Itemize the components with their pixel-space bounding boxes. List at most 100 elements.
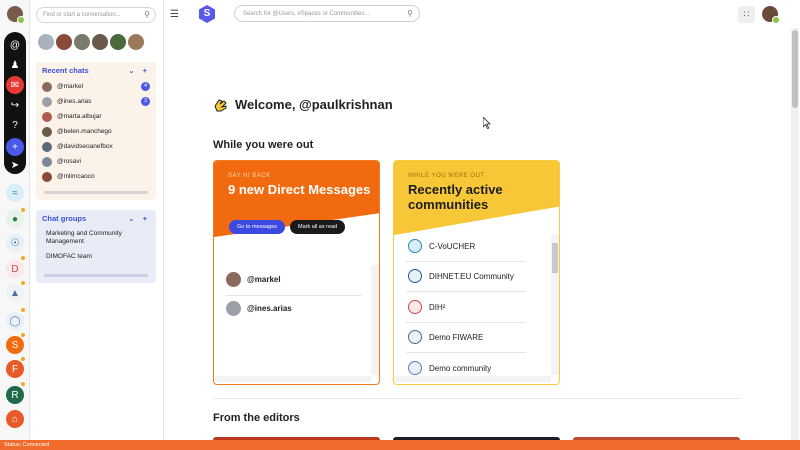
app-window: @ ♟ ✉ ↪ ? + ➤ ≈ ● ☉ D ▲ ◯ S F R ⌂ Find o… bbox=[0, 0, 800, 450]
contact-avatar[interactable] bbox=[110, 34, 126, 50]
community-list-item[interactable]: Demo community bbox=[408, 361, 491, 375]
conversation-search-input[interactable]: Find or start a conversation... ⚲ bbox=[36, 7, 156, 23]
app-rail: @ ♟ ✉ ↪ ? + ➤ ≈ ● ☉ D ▲ ◯ S F R ⌂ bbox=[0, 0, 30, 440]
dm-item-name: @markel bbox=[247, 275, 281, 284]
dm-list-item[interactable]: @ines.arias bbox=[226, 301, 292, 316]
search-icon: ⚲ bbox=[407, 9, 413, 18]
community-icon-fiware[interactable]: ▲ bbox=[6, 284, 24, 302]
recent-chat-item[interactable]: @marta.albujar bbox=[42, 109, 150, 124]
community-list-item[interactable]: DIH² bbox=[408, 300, 445, 314]
communities-horizontal-scrollbar[interactable] bbox=[395, 376, 551, 382]
mentions-icon[interactable]: @ bbox=[6, 36, 24, 54]
main-scrollbar-thumb[interactable] bbox=[792, 30, 798, 108]
welcome-heading: Welcome, @paulkrishnan bbox=[213, 97, 393, 112]
community-icon-s[interactable]: S bbox=[6, 336, 24, 354]
direct-messages-card: SAY HI BACK 9 new Direct Messages Go to … bbox=[213, 160, 380, 385]
chat-group-item[interactable]: Marketing and Community Management bbox=[42, 227, 150, 250]
recent-chat-item[interactable]: @mlimcaoco bbox=[42, 169, 150, 184]
community-list-item[interactable]: DIHNET.EU Community bbox=[408, 269, 514, 283]
help-icon[interactable]: ? bbox=[6, 116, 24, 134]
while-you-were-out-title: While you were out bbox=[213, 139, 314, 151]
global-search-input[interactable]: Search for @Users, #Spaces or Communitie… bbox=[234, 5, 420, 22]
recent-chat-name: @ines.arias bbox=[57, 98, 92, 105]
avatar bbox=[42, 141, 52, 152]
community-icon-cvoucher[interactable]: ≈ bbox=[6, 184, 24, 202]
chat-groups-controls[interactable]: ⌄ + bbox=[128, 214, 150, 223]
avatar bbox=[42, 96, 52, 107]
community-logo-icon bbox=[408, 269, 422, 283]
app-logo[interactable]: S bbox=[199, 5, 215, 23]
chat-groups-scrollbar[interactable] bbox=[44, 274, 148, 277]
contact-avatar[interactable] bbox=[38, 34, 54, 50]
community-name: Demo community bbox=[429, 363, 492, 373]
menu-icon[interactable]: ☰ bbox=[170, 9, 179, 20]
divider bbox=[406, 291, 526, 292]
community-icon-home[interactable]: ⌂ bbox=[6, 410, 24, 428]
recent-chat-item[interactable]: @rosavi bbox=[42, 154, 150, 169]
recent-chat-item[interactable]: @belen.manchego bbox=[42, 124, 150, 139]
conversations-panel: Find or start a conversation... ⚲ Recent… bbox=[30, 0, 164, 440]
community-logo-icon bbox=[408, 300, 422, 314]
share-icon[interactable]: ↪ bbox=[6, 96, 24, 114]
scrollbar-thumb[interactable] bbox=[552, 243, 558, 273]
unread-dot bbox=[21, 333, 25, 337]
unread-dot bbox=[21, 308, 25, 312]
recent-chat-item[interactable]: @ines.arias 3 bbox=[42, 94, 150, 109]
communities-list-scrollbar[interactable] bbox=[551, 235, 559, 375]
divider bbox=[226, 295, 362, 296]
recent-chats-scrollbar[interactable] bbox=[44, 191, 148, 194]
divider bbox=[406, 261, 526, 262]
dm-list-item[interactable]: @markel bbox=[226, 272, 281, 287]
community-logo-icon bbox=[408, 330, 422, 344]
contact-avatar[interactable] bbox=[128, 34, 144, 50]
recent-chats-title: Recent chats bbox=[42, 66, 89, 75]
community-icon-demo[interactable]: ◯ bbox=[6, 312, 24, 330]
inbox-icon[interactable]: ✉ bbox=[6, 76, 24, 94]
dm-horizontal-scrollbar[interactable] bbox=[215, 376, 371, 382]
community-icon-dihnet[interactable]: ☉ bbox=[6, 234, 24, 252]
global-search-placeholder: Search for @Users, #Spaces or Communitie… bbox=[243, 11, 370, 17]
community-icon-r[interactable]: R bbox=[6, 386, 24, 404]
community-icon-f[interactable]: F bbox=[6, 360, 24, 378]
main-scrollbar[interactable] bbox=[791, 28, 799, 440]
avatar bbox=[226, 272, 241, 287]
avatar bbox=[226, 301, 241, 316]
contact-avatar[interactable] bbox=[74, 34, 90, 50]
recent-chat-item[interactable]: @markel 4 bbox=[42, 79, 150, 94]
community-list-item[interactable]: C-VoUCHER bbox=[408, 239, 475, 253]
people-icon[interactable]: ♟ bbox=[6, 56, 24, 74]
dm-card-title: 9 new Direct Messages bbox=[228, 182, 371, 197]
conversation-search-placeholder: Find or start a conversation... bbox=[43, 12, 121, 18]
dm-list-scrollbar[interactable] bbox=[371, 265, 379, 375]
contact-avatar[interactable] bbox=[92, 34, 108, 50]
community-name: DIH² bbox=[429, 302, 446, 312]
avatar bbox=[42, 126, 52, 137]
add-icon[interactable]: + bbox=[6, 138, 24, 156]
connection-status-bar: Status: Connected bbox=[0, 440, 800, 450]
recent-chat-item[interactable]: @davidseoanefbox bbox=[42, 139, 150, 154]
community-name: DIHNET.EU Community bbox=[429, 271, 514, 281]
section-divider bbox=[213, 398, 741, 399]
divider bbox=[406, 352, 526, 353]
dm-card-kicker: SAY HI BACK bbox=[228, 173, 271, 179]
contact-avatar[interactable] bbox=[56, 34, 72, 50]
unread-dot bbox=[21, 256, 25, 260]
community-logo-icon bbox=[408, 239, 422, 253]
profile-avatar[interactable] bbox=[762, 6, 780, 24]
avatar bbox=[42, 111, 52, 122]
recent-chats-controls[interactable]: ⌄ + bbox=[128, 66, 150, 75]
explore-icon[interactable]: ➤ bbox=[6, 156, 24, 174]
user-avatar[interactable] bbox=[7, 6, 25, 24]
communities-card-kicker: WHILE YOU WERE OUT bbox=[408, 173, 485, 179]
community-icon-green[interactable]: ● bbox=[6, 210, 24, 228]
go-to-messages-button[interactable]: Go to messages bbox=[229, 220, 286, 234]
chat-group-item[interactable]: DIMOFAC team bbox=[42, 250, 150, 264]
mark-all-read-button[interactable]: Mark all as read bbox=[290, 220, 346, 234]
apps-grid-icon[interactable]: ∷ bbox=[738, 6, 755, 23]
search-icon: ⚲ bbox=[144, 10, 150, 19]
divider bbox=[406, 322, 526, 323]
community-icon-dih2[interactable]: D bbox=[6, 260, 24, 278]
community-list-item[interactable]: Demo FIWARE bbox=[408, 330, 483, 344]
dm-item-name: @ines.arias bbox=[247, 304, 292, 313]
community-name: C-VoUCHER bbox=[429, 241, 476, 251]
